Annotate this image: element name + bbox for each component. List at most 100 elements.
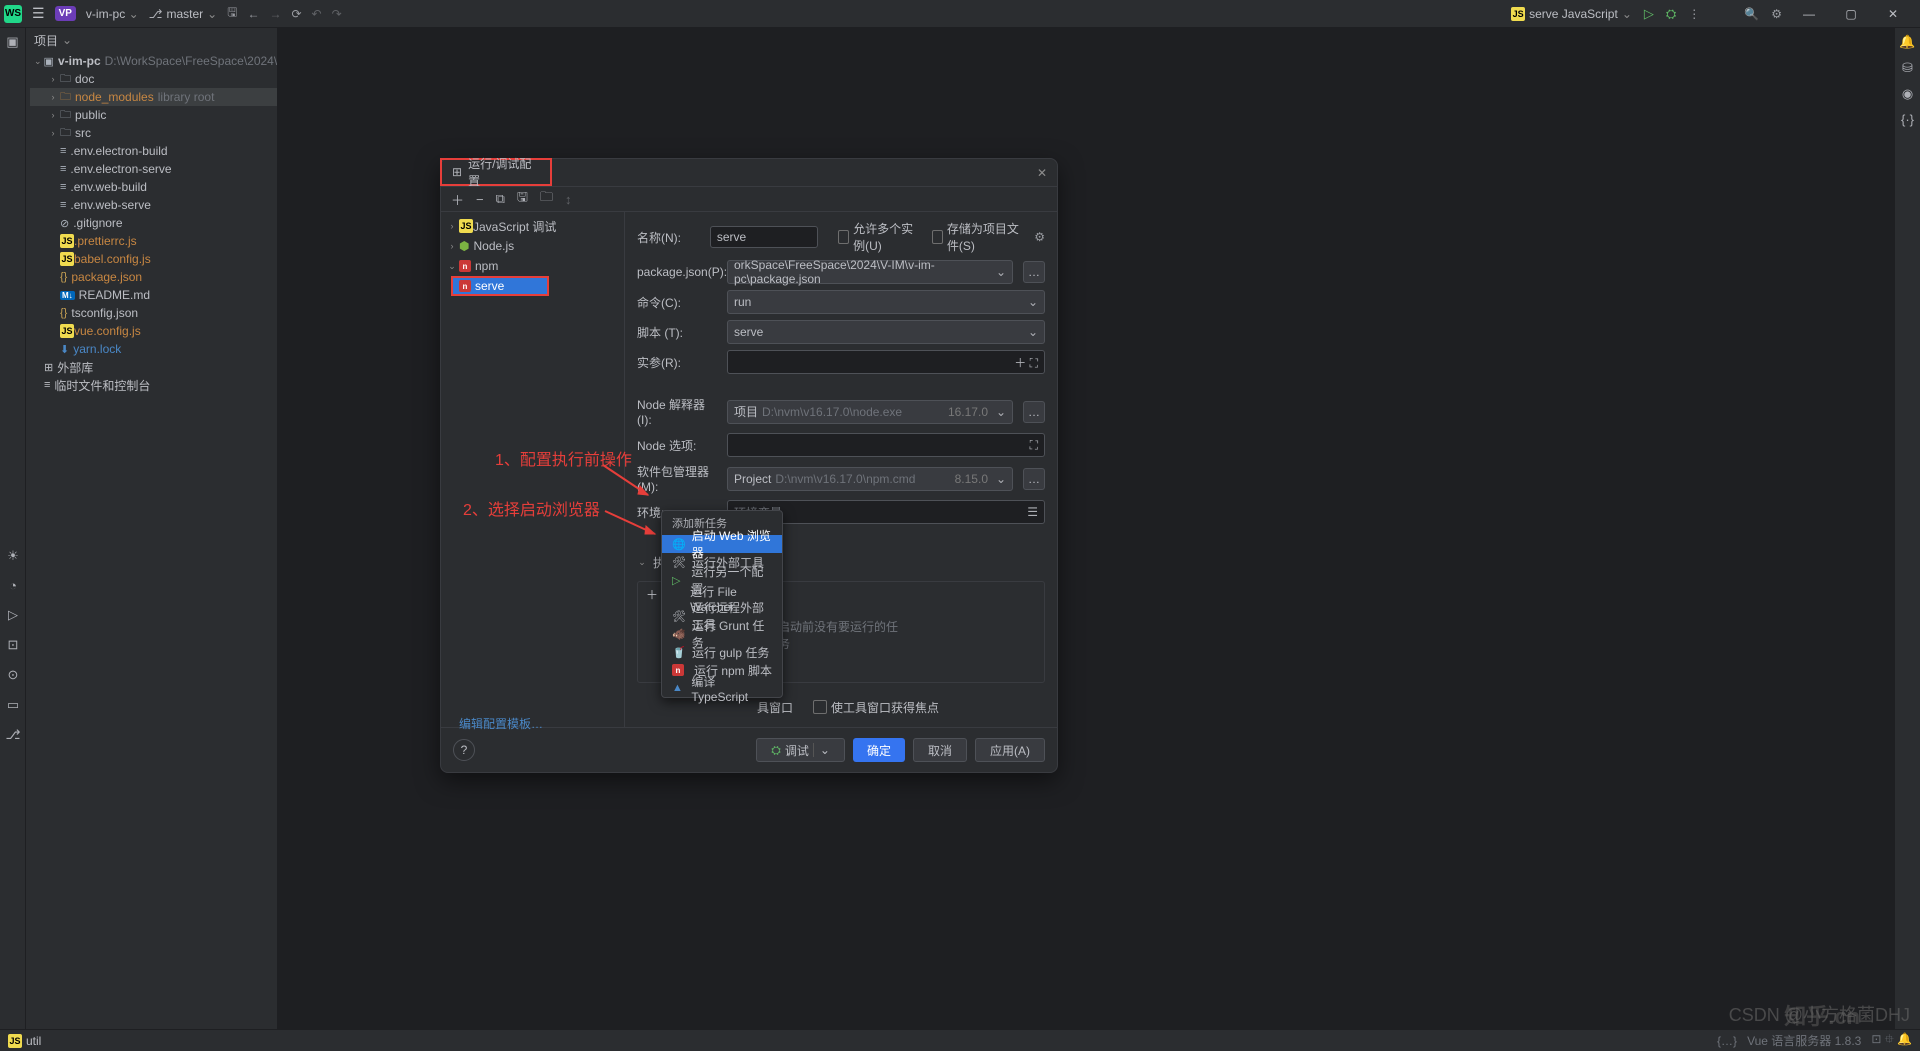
debug-icon[interactable]: ⛭ (1666, 6, 1676, 22)
browse-icon[interactable]: … (1023, 261, 1045, 283)
input-node-opt[interactable]: ⛶ (727, 433, 1045, 457)
project-dropdown[interactable]: v-im-pc ⌄ (86, 7, 139, 21)
gulp-icon: 🥤 (672, 646, 686, 659)
select-script[interactable]: serve⌄ (727, 320, 1045, 344)
hamburger-icon[interactable]: ☰ (32, 5, 45, 22)
ctx-item-gulp[interactable]: 🥤运行 gulp 任务 (662, 643, 782, 661)
maximize-icon[interactable]: ▢ (1836, 4, 1866, 24)
tree-file[interactable]: JS.prettierrc.js (30, 232, 277, 250)
back-icon[interactable]: ← (247, 7, 259, 21)
vcs-icon[interactable]: ⎇ (6, 727, 21, 743)
tree-file[interactable]: ⊘.gitignore (30, 214, 277, 232)
dialog-close-icon[interactable]: ✕ (1027, 166, 1057, 180)
tree-file[interactable]: ⬇yarn.lock (30, 340, 277, 358)
run-icon[interactable]: ▷ (1644, 6, 1654, 22)
project-tool-icon[interactable]: ▣ (6, 34, 18, 50)
close-icon[interactable]: ✕ (1878, 4, 1908, 24)
more-icon[interactable]: ⋮ (1688, 7, 1700, 21)
tree-folder-public[interactable]: ›🗀public (30, 106, 277, 124)
copy-config-icon[interactable]: ⧉ (496, 191, 505, 207)
terminal-icon[interactable]: ▭ (7, 697, 19, 713)
ctx-item-ts[interactable]: ▲编译 TypeScript (662, 679, 782, 697)
apply-button[interactable]: 应用(A) (975, 738, 1045, 762)
input-args[interactable]: ＋ ⛶ (727, 350, 1045, 374)
checkbox-allow-multi[interactable]: 允许多个实例(U) (838, 220, 922, 254)
save-icon[interactable]: 🖫 (227, 3, 237, 24)
annotation-2: 2、选择启动浏览器 (463, 496, 600, 520)
browse-icon[interactable]: … (1023, 468, 1045, 490)
select-pkgjson[interactable]: orkSpace\FreeSpace\2024\V-IM\v-im-pc\pac… (727, 260, 1013, 284)
checkbox-store-proj[interactable]: 存储为项目文件(S) (932, 220, 1025, 254)
select-pkg-mgr[interactable]: ProjectD:\nvm\v16.17.0\npm.cmd8.15.0⌄ (727, 467, 1013, 491)
label-node-opt: Node 选项: (637, 437, 717, 454)
select-interp[interactable]: 项目D:\nvm\v16.17.0\node.exe16.17.0⌄ (727, 400, 1013, 424)
select-cmd[interactable]: run⌄ (727, 290, 1045, 314)
tree-file[interactable]: {}tsconfig.json (30, 304, 277, 322)
browse-icon[interactable]: … (1023, 401, 1045, 423)
tree-folder-doc[interactable]: ›🗀doc (30, 70, 277, 88)
undo-icon[interactable]: ↶ (312, 7, 322, 21)
ok-button[interactable]: 确定 (853, 738, 905, 762)
add-task-menu: 添加新任务 🌐启动 Web 浏览器 🛠运行外部工具 ▷运行另一个配置 运行 Fi… (661, 510, 783, 698)
status-vue[interactable]: Vue 语言服务器 1.8.3 (1747, 1032, 1861, 1049)
structure-icon[interactable]: ☀ (7, 548, 19, 564)
ts-icon: ▲ (672, 682, 685, 694)
add-config-icon[interactable]: ＋ (451, 190, 464, 209)
edit-template-link[interactable]: 编辑配置模板… (451, 709, 551, 739)
tool-icon: 🛠 (672, 610, 686, 623)
settings-icon[interactable]: ⚙ (1771, 7, 1782, 21)
input-name[interactable] (710, 226, 818, 248)
services-icon[interactable]: ⊡ (8, 637, 19, 653)
tree-file[interactable]: ≡.env.web-build (30, 178, 277, 196)
commit-icon[interactable]: ◔ (9, 578, 17, 593)
save-config-icon[interactable]: 🖫 (517, 188, 528, 210)
database-icon[interactable]: ⛁ (1902, 60, 1913, 76)
ctx-item-webbrowser[interactable]: 🌐启动 Web 浏览器 (662, 535, 782, 553)
coverage-icon[interactable]: ◉ (1902, 86, 1913, 102)
minimize-icon[interactable]: — (1794, 4, 1824, 24)
label-pkgjson: package.json(P): (637, 265, 717, 279)
forward-icon[interactable]: → (269, 7, 281, 21)
tree-file[interactable]: ≡.env.web-serve (30, 196, 277, 214)
arrow-icon (600, 506, 665, 541)
checkbox-focus-tool[interactable]: 使工具窗口获得焦点 (813, 699, 939, 716)
tree-file[interactable]: JSbabel.config.js (30, 250, 277, 268)
config-jsdebug[interactable]: ›JSJavaScript 调试 (441, 216, 624, 236)
help-button[interactable]: ? (453, 739, 475, 761)
redo-icon[interactable]: ↷ (332, 7, 342, 21)
debug-button[interactable]: ⛭调试 ⌄ (756, 738, 845, 762)
tree-scratch[interactable]: ≡临时文件和控制台 (30, 376, 277, 394)
refresh-icon[interactable]: ⟳ (291, 7, 301, 21)
project-badge[interactable]: VP (55, 6, 76, 21)
problems-icon[interactable]: ⊙ (8, 667, 19, 683)
notifications-icon[interactable]: 🔔 (1899, 34, 1915, 50)
tree-folder-nodemodules[interactable]: ›🗀node_moduleslibrary root (30, 88, 277, 106)
ctx-item-grunt[interactable]: 🐗运行 Grunt 任务 (662, 625, 782, 643)
folder-config-icon[interactable]: 🗀 (540, 188, 553, 210)
config-nodejs[interactable]: ›⬢Node.js (441, 236, 624, 256)
tree-folder-src[interactable]: ›🗀src (30, 124, 277, 142)
tree-file[interactable]: ≡.env.electron-serve (30, 160, 277, 178)
status-icons[interactable]: ⊡ ⯐ 🔔 (1871, 1030, 1912, 1051)
add-task-icon[interactable]: ＋ (646, 586, 658, 603)
remove-config-icon[interactable]: − (476, 192, 484, 207)
branch-dropdown[interactable]: ⎇ master ⌄ (149, 7, 218, 21)
tree-root[interactable]: ⌄▣v-im-pcD:\WorkSpace\FreeSpace\2024\V-… (30, 52, 277, 70)
status-bracket[interactable]: {…} (1717, 1034, 1737, 1048)
sort-config-icon[interactable]: ↕ (565, 192, 572, 207)
tree-file[interactable]: M↓README.md (30, 286, 277, 304)
run-config-selector[interactable]: JS serve JavaScript ⌄ (1511, 7, 1632, 21)
gear-icon[interactable]: ⚙ (1034, 230, 1045, 244)
tree-ext-lib[interactable]: ⊞外部库 (30, 358, 277, 376)
code-icon[interactable]: {·} (1901, 112, 1914, 127)
search-icon[interactable]: 🔍 (1744, 7, 1759, 21)
run-tool-icon[interactable]: ▷ (8, 607, 18, 623)
tree-file[interactable]: ≡.env.electron-build (30, 142, 277, 160)
config-npm[interactable]: ⌄nnpm (441, 256, 624, 276)
tree-file[interactable]: {}package.json (30, 268, 277, 286)
config-serve[interactable]: nserve (451, 276, 549, 296)
js-icon: JS (8, 1034, 22, 1048)
panel-header[interactable]: 项目 ⌄ (26, 28, 277, 52)
cancel-button[interactable]: 取消 (913, 738, 967, 762)
tree-file[interactable]: JSvue.config.js (30, 322, 277, 340)
